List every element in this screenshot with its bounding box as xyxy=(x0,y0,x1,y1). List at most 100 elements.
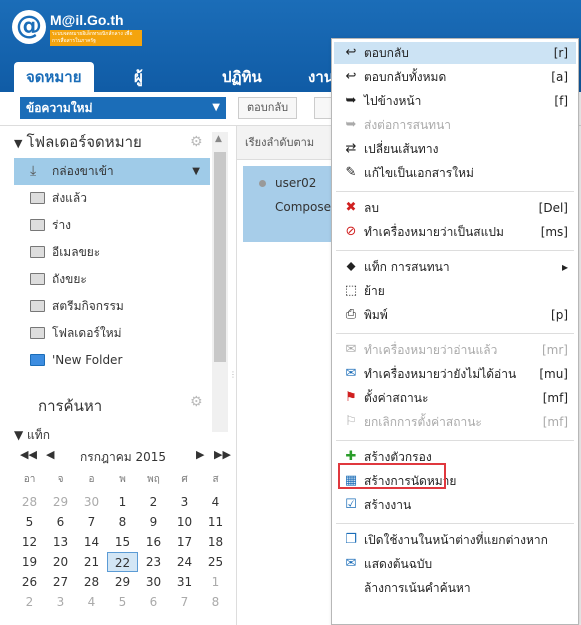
folder-header[interactable]: ▼ โฟลเดอร์จดหมาย xyxy=(14,130,214,154)
menu-item-reply[interactable]: ↩ ตอบกลับ [r] xyxy=(334,42,576,64)
collapse-triangle-icon[interactable]: ▼ xyxy=(14,428,27,442)
gear-icon[interactable]: ⚙ xyxy=(190,394,203,410)
redirect-icon: ⇄ xyxy=(345,141,357,156)
calendar-day[interactable]: 29 xyxy=(45,492,76,512)
calendar-day[interactable]: 11 xyxy=(200,512,231,532)
folder-panel: ▼ โฟลเดอร์จดหมาย ⚙ ⤓ กล่องขาเข้า ▼ ส่งแล้… xyxy=(14,126,232,442)
calendar-day[interactable]: 7 xyxy=(169,592,200,612)
calendar-day[interactable]: 25 xyxy=(200,552,231,572)
folder-inbox[interactable]: ⤓ กล่องขาเข้า ▼ xyxy=(14,158,210,185)
calendar-day[interactable]: 5 xyxy=(14,512,45,532)
menu-item-spam[interactable]: ⊘ ทำเครื่องหมายว่าเป็นสแปม [ms] xyxy=(334,221,576,243)
menu-item-clear-highlight[interactable]: ล้างการเน้นคำค้นหา xyxy=(334,577,576,599)
folder-new-folder-th[interactable]: โฟลเดอร์ใหม่ xyxy=(14,320,210,347)
calendar-day[interactable]: 27 xyxy=(45,572,76,592)
calendar-day[interactable]: 3 xyxy=(45,592,76,612)
calendar-day[interactable]: 6 xyxy=(45,512,76,532)
calendar-day[interactable]: 2 xyxy=(14,592,45,612)
calendar-day[interactable]: 4 xyxy=(76,592,107,612)
menu-item-unflag[interactable]: ⚐ ยกเลิกการตั้งค่าสถานะ [mf] xyxy=(334,411,576,433)
calendar-day[interactable]: 19 xyxy=(14,552,45,572)
menu-item-print[interactable]: ⎙ พิมพ์ [p] xyxy=(334,304,576,326)
menu-item-forward-conversation[interactable]: ➥ ส่งต่อการสนทนา xyxy=(334,114,576,136)
calendar-day[interactable]: 28 xyxy=(76,572,107,592)
calendar-day[interactable]: 20 xyxy=(45,552,76,572)
folder-sent[interactable]: ส่งแล้ว xyxy=(14,185,210,212)
calendar-day[interactable]: 12 xyxy=(14,532,45,552)
calendar-day[interactable]: 8 xyxy=(200,592,231,612)
calendar-day[interactable]: 21 xyxy=(76,552,107,572)
menu-item-redirect[interactable]: ⇄ เปลี่ยนเส้นทาง xyxy=(334,138,576,160)
calendar-day[interactable]: 14 xyxy=(76,532,107,552)
menu-item-flag[interactable]: ⚑ ตั้งค่าสถานะ [mf] xyxy=(334,387,576,409)
next-year-icon[interactable]: ▶▶ xyxy=(214,448,231,461)
mail-go-th-logo[interactable]: @ M@il.Go.th ระบบจดหมายอิเล็กทรอนิกส์กลา… xyxy=(12,10,142,50)
trash-can-icon xyxy=(30,273,45,285)
search-heading[interactable]: การค้นหา xyxy=(38,394,102,418)
calendar-day[interactable]: 10 xyxy=(169,512,200,532)
menu-item-reply-all[interactable]: ↩ ตอบกลับทั้งหมด [a] xyxy=(334,66,576,88)
calendar-day[interactable]: 15 xyxy=(107,532,138,552)
sort-bar[interactable]: เรียงลำดับตาม xyxy=(237,126,337,160)
chevron-down-icon[interactable]: ▼ xyxy=(192,158,200,185)
calendar-day[interactable]: 9 xyxy=(138,512,169,532)
calendar-day[interactable]: 1 xyxy=(107,492,138,512)
submenu-arrow-icon: ▸ xyxy=(561,260,568,274)
tab-mail[interactable]: จดหมาย xyxy=(14,62,94,92)
menu-item-delete-x[interactable]: ✖ ลบ [Del] xyxy=(334,197,576,219)
tab-calendar[interactable]: ปฏิทิน xyxy=(210,62,274,92)
calendar-day[interactable]: 4 xyxy=(200,492,231,512)
scroll-up-arrow-icon[interactable]: ▲ xyxy=(215,134,222,144)
menu-item-forward[interactable]: ➥ ไปข้างหน้า [f] xyxy=(334,90,576,112)
forward-icon: ➥ xyxy=(345,93,357,108)
calendar-day[interactable]: 16 xyxy=(138,532,169,552)
forward-conversation-icon: ➥ xyxy=(345,117,357,132)
next-month-icon[interactable]: ▶ xyxy=(196,448,204,461)
calendar-day[interactable]: 7 xyxy=(76,512,107,532)
calendar-day[interactable]: 5 xyxy=(107,592,138,612)
new-message-button[interactable]: ข้อความใหม่ ▼ xyxy=(20,97,226,119)
message-row[interactable]: user02 Compose xyxy=(243,166,337,242)
menu-item-tag[interactable]: ⬥ แท็ก การสนทนา ▸ xyxy=(334,256,576,278)
folder-activity-stream[interactable]: สตรีมกิจกรรม xyxy=(14,293,210,320)
calendar-today-cell[interactable]: 22 xyxy=(107,552,138,572)
folder-icon xyxy=(30,300,45,312)
tags-heading: แท็ก xyxy=(27,428,50,442)
tab-contacts[interactable]: ผู้ติดต่อ xyxy=(122,62,184,116)
calendar-day[interactable]: 8 xyxy=(107,512,138,532)
menu-item-mark-read[interactable]: ✉ ทำเครื่องหมายว่าอ่านแล้ว [mr] xyxy=(334,339,576,361)
menu-item-edit-pencil[interactable]: ✎ แก้ไขเป็นเอกสารใหม่ xyxy=(334,162,576,184)
calendar-day[interactable]: 30 xyxy=(138,572,169,592)
calendar-day[interactable]: 2 xyxy=(138,492,169,512)
menu-item-show-original[interactable]: ✉ แสดงต้นฉบับ xyxy=(334,553,576,575)
calendar-day[interactable]: 23 xyxy=(138,552,169,572)
calendar-day[interactable]: 17 xyxy=(169,532,200,552)
prev-year-icon[interactable]: ◀◀ xyxy=(20,448,37,461)
calendar-day[interactable]: 31 xyxy=(169,572,200,592)
folder-junk[interactable]: อีเมลขยะ xyxy=(14,239,210,266)
folder-new-folder[interactable]: 'New Folder xyxy=(14,347,210,374)
calendar-day[interactable]: 18 xyxy=(200,532,231,552)
gear-icon[interactable]: ⚙ xyxy=(190,134,203,150)
calendar-day[interactable]: 13 xyxy=(45,532,76,552)
calendar-day[interactable]: 6 xyxy=(138,592,169,612)
folder-drafts[interactable]: ร่าง xyxy=(14,212,210,239)
calendar-day[interactable]: 28 xyxy=(14,492,45,512)
calendar-day[interactable]: 24 xyxy=(169,552,200,572)
calendar-day[interactable]: 30 xyxy=(76,492,107,512)
menu-item-task-check[interactable]: ☑ สร้างงาน xyxy=(334,494,576,516)
folder-trash[interactable]: ถังขยะ xyxy=(14,266,210,293)
scrollbar-thumb[interactable] xyxy=(214,152,226,362)
calendar-day[interactable]: 29 xyxy=(107,572,138,592)
collapse-triangle-icon[interactable]: ▼ xyxy=(14,137,22,150)
calendar-day[interactable]: 3 xyxy=(169,492,200,512)
calendar-day[interactable]: 1 xyxy=(200,572,231,592)
folder-scrollbar[interactable]: ▲ xyxy=(212,132,228,432)
menu-item-move[interactable]: ⬚ ย้าย xyxy=(334,280,576,302)
menu-item-new-window[interactable]: ❐ เปิดใช้งานในหน้าต่างที่แยกต่างหาก xyxy=(334,529,576,551)
reply-button[interactable]: ตอบกลับ xyxy=(238,97,298,119)
chevron-down-icon[interactable]: ▼ xyxy=(212,97,220,119)
menu-item-mark-unread[interactable]: ✉ ทำเครื่องหมายว่ายังไม่ได้อ่าน [mu] xyxy=(334,363,576,385)
prev-month-icon[interactable]: ◀ xyxy=(46,448,54,461)
calendar-day[interactable]: 26 xyxy=(14,572,45,592)
